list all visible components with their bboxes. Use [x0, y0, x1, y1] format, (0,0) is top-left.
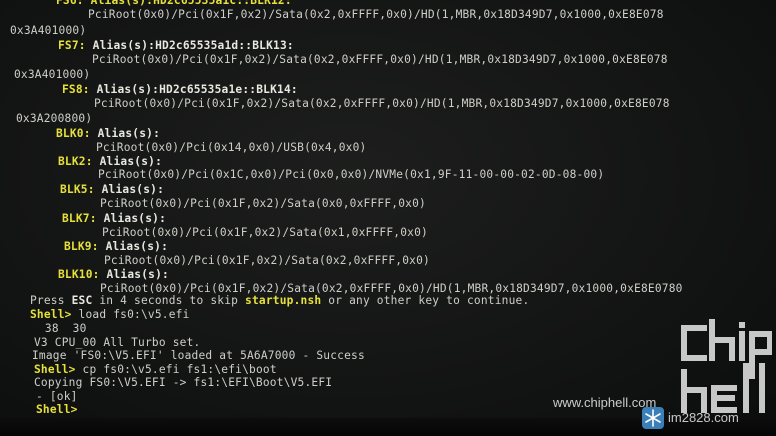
terminal-text: Alias(s):HD2c65535a1e::BLK14:: [89, 83, 298, 96]
terminal-text: Copying FS0:\V5.EFI -> fs1:\EFI\Boot\V5.…: [34, 376, 333, 389]
terminal-text: 0x3A401000): [14, 68, 91, 81]
terminal-text: V3 CPU_00 All Turbo set.: [34, 336, 201, 349]
terminal-line: PciRoot(0x0)/Pci(0x1F,0x2)/Sata(0x2,0xFF…: [92, 53, 668, 66]
watermark-url: www.chiphell.com: [553, 395, 657, 410]
terminal-text: - [ok]: [36, 390, 78, 403]
terminal-text: Alias(s):: [90, 127, 161, 140]
terminal-line: PciRoot(0x0)/Pci(0x1F,0x2)/Sata(0x0,0xFF…: [100, 197, 426, 210]
terminal-line: 0x3A401000): [10, 24, 86, 37]
terminal-line: - [ok]: [36, 390, 78, 403]
terminal-label: BLK0:: [56, 127, 91, 140]
terminal-line: PciRoot(0x0)/Pci(0x1F,0x2)/Sata(0x1,0xFF…: [102, 226, 428, 239]
terminal-label: startup.nsh: [245, 294, 322, 307]
terminal-line: Image 'FS0:\V5.EFI' loaded at 5A6A7000 -…: [32, 349, 365, 362]
terminal-text: PciRoot(0x0)/Pci(0x1C,0x0)/Pci(0x0,0x0)/…: [98, 168, 605, 181]
terminal-label: BLK9:: [64, 240, 99, 253]
terminal-line: BLK9: Alias(s):: [64, 240, 168, 253]
terminal-text: Alias(s):: [99, 268, 169, 281]
terminal-label: Shell>: [30, 308, 72, 321]
terminal-label: Shell>: [36, 403, 78, 416]
terminal-text: 38 30: [38, 322, 87, 335]
terminal-line: BLK0: Alias(s):: [56, 127, 160, 140]
terminal-line: BLK7: Alias(s):: [62, 212, 166, 225]
terminal-text: in 4 seconds to skip: [92, 294, 246, 307]
terminal-text: Alias(s):HD2c65535a1d::BLK13:: [85, 39, 294, 52]
terminal-line: 0x3A401000): [14, 68, 90, 81]
snowflake-icon: [642, 407, 664, 429]
terminal-text: 0x3A401000): [10, 24, 87, 37]
terminal-text: Alias(s):: [94, 183, 165, 196]
terminal-line: Copying FS0:\V5.EFI -> fs1:\EFI\Boot\V5.…: [34, 376, 332, 389]
terminal-line: FS8: Alias(s):HD2c65535a1e::BLK14:: [62, 83, 298, 96]
terminal-text: or any other key to continue.: [321, 294, 530, 307]
terminal-line: 0x3A200800): [16, 112, 92, 125]
terminal-text: PciRoot(0x0)/Pci(0x1F,0x2)/Sata(0x1,0xFF…: [102, 226, 428, 239]
terminal-text: PciRoot(0x0)/Pci(0x14,0x0)/USB(0x4,0x0): [96, 141, 367, 154]
terminal-line: PciRoot(0x0)/Pci(0x1F,0x2)/Sata(0x2,0xFF…: [94, 97, 670, 110]
terminal-label: FS6: Alias(s):HD2c65535a1c::BLK12:: [56, 0, 292, 7]
terminal-line: Shell> load fs0:\v5.efi: [30, 308, 190, 321]
terminal-line: BLK10: Alias(s):: [58, 268, 169, 281]
terminal-text: PciRoot(0x0)/Pci(0x1F,0x2)/Sata(0x2,0xFF…: [88, 8, 664, 21]
terminal-text: PciRoot(0x0)/Pci(0x1F,0x2)/Sata(0x0,0xFF…: [100, 197, 426, 210]
chiphell-logo: [681, 319, 772, 413]
terminal-text: 0x3A200800): [16, 112, 93, 125]
terminal-label: Shell>: [34, 363, 76, 376]
terminal-line: PciRoot(0x0)/Pci(0x1F,0x2)/Sata(0x2,0xFF…: [88, 8, 664, 21]
terminal-text: PciRoot(0x0)/Pci(0x1F,0x2)/Sata(0x2,0xFF…: [94, 97, 670, 110]
terminal-line: PciRoot(0x0)/Pci(0x1F,0x2)/Sata(0x2,0xFF…: [104, 254, 430, 267]
terminal-text: Alias(s):: [92, 155, 163, 168]
terminal-text: cp fs0:\v5.efi fs1:\efi\boot: [75, 363, 277, 376]
watermark-site: im2828.com: [668, 410, 739, 425]
terminal-text: load fs0:\v5.efi: [71, 308, 190, 321]
terminal-label: FS7:: [58, 39, 86, 52]
terminal-label: BLK2:: [58, 155, 93, 168]
terminal-text: Press: [30, 294, 72, 307]
terminal-line: PciRoot(0x0)/Pci(0x14,0x0)/USB(0x4,0x0): [96, 141, 366, 154]
terminal-line: 38 30: [38, 322, 87, 335]
terminal-label: BLK7:: [62, 212, 97, 225]
terminal-label: FS8:: [62, 83, 90, 96]
terminal-line: Shell>: [36, 403, 78, 416]
terminal-label: BLK10:: [58, 268, 100, 281]
terminal-line: BLK5: Alias(s):: [60, 183, 164, 196]
terminal-line: Press ESC in 4 seconds to skip startup.n…: [30, 294, 529, 307]
terminal-text: PciRoot(0x0)/Pci(0x1F,0x2)/Sata(0x2,0xFF…: [92, 53, 668, 66]
terminal-text: Alias(s):: [96, 212, 167, 225]
terminal-line: Shell> cp fs0:\v5.efi fs1:\efi\boot: [34, 363, 277, 376]
terminal-label: BLK5:: [60, 183, 95, 196]
terminal-line: V3 CPU_00 All Turbo set.: [34, 336, 200, 349]
terminal-text: Alias(s):: [98, 240, 169, 253]
terminal-text: PciRoot(0x0)/Pci(0x1F,0x2)/Sata(0x2,0xFF…: [104, 254, 430, 267]
terminal-line: BLK2: Alias(s):: [58, 155, 162, 168]
terminal-screen: FS6: Alias(s):HD2c65535a1c::BLK12: PciRoo…: [0, 0, 776, 436]
terminal-line: FS7: Alias(s):HD2c65535a1d::BLK13:: [58, 39, 294, 52]
terminal-text: Image 'FS0:\V5.EFI' loaded at 5A6A7000 -…: [32, 349, 365, 362]
terminal-line: PciRoot(0x0)/Pci(0x1C,0x0)/Pci(0x0,0x0)/…: [98, 168, 604, 181]
terminal-text: ESC: [71, 294, 93, 307]
terminal-line: FS6: Alias(s):HD2c65535a1c::BLK12:: [56, 0, 292, 7]
